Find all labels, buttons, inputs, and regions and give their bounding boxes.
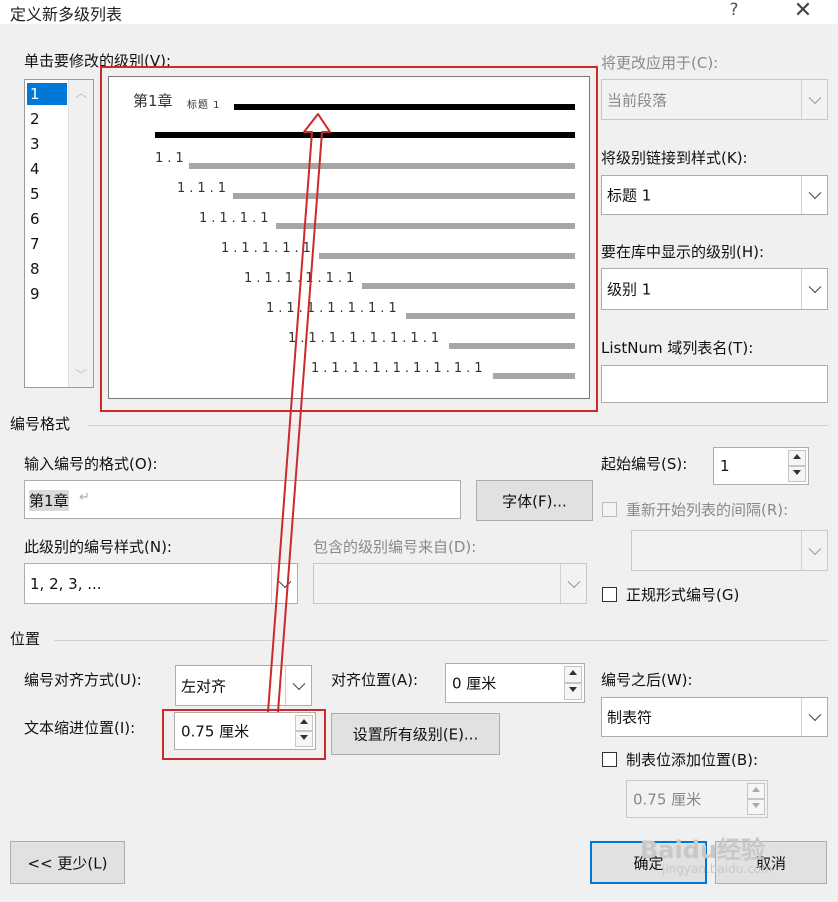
- annotation-arrow: [267, 113, 331, 713]
